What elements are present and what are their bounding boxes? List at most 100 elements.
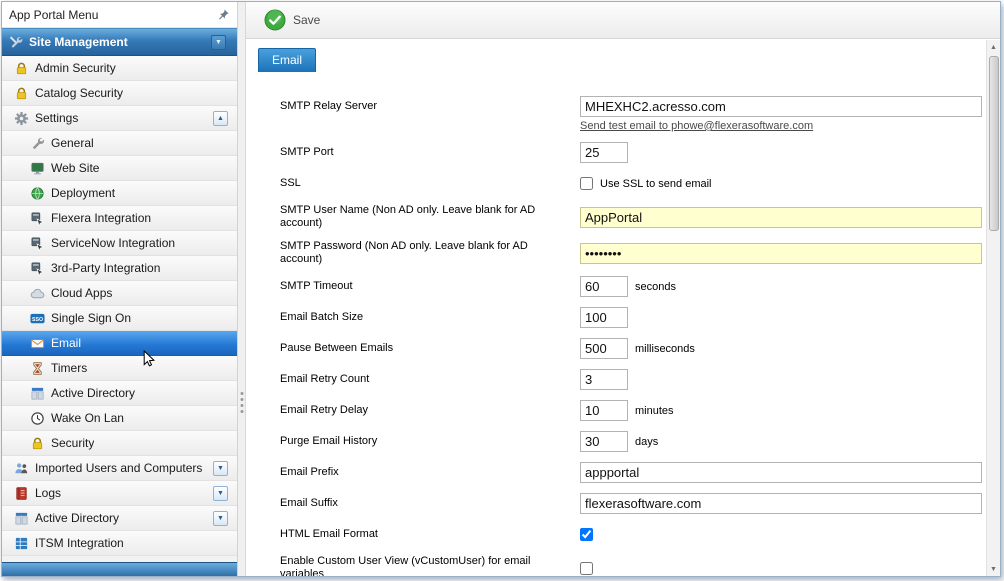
field-label: SMTP Timeout — [280, 280, 580, 293]
directory-icon — [14, 511, 29, 526]
users-icon — [14, 461, 29, 476]
field-label: Email Prefix — [280, 466, 580, 479]
lock-icon — [30, 436, 45, 451]
use-ssl-checkbox[interactable] — [580, 177, 593, 190]
form-row-email-prefix: Email Prefix — [280, 462, 974, 483]
chevron-down-icon[interactable]: ▼ — [213, 486, 228, 501]
field-label: SMTP Relay Server — [280, 96, 580, 113]
sidebar-item-label: ServiceNow Integration — [51, 236, 175, 250]
email-settings-form: SMTP Relay Server Send test email to pho… — [246, 72, 1000, 576]
form-row-smtp-timeout: SMTP Timeout seconds — [280, 276, 974, 297]
app-window: App Portal Menu Site Management ▼ Admin … — [1, 1, 1001, 577]
sidebar-item-label: General — [51, 136, 94, 150]
chevron-down-icon[interactable]: ▼ — [211, 35, 226, 50]
sidebar-item-email[interactable]: Email — [2, 331, 237, 356]
scroll-up-icon[interactable]: ▲ — [987, 40, 1001, 54]
sidebar: App Portal Menu Site Management ▼ Admin … — [2, 2, 238, 576]
scrollbar-thumb[interactable] — [989, 56, 999, 231]
form-row-purge-email-history: Purge Email History days — [280, 431, 974, 452]
sso-icon — [30, 311, 45, 326]
smtp-relay-server-input[interactable] — [580, 96, 982, 117]
sidebar-item-servicenow-integration[interactable]: ServiceNow Integration — [2, 231, 237, 256]
purge-email-history-input[interactable] — [580, 431, 628, 452]
sidebar-item-label: Deployment — [51, 186, 115, 200]
splitter-grip-dots — [240, 392, 243, 413]
vertical-scrollbar[interactable]: ▲ ▼ — [986, 40, 1000, 576]
sidebar-item-label: Imported Users and Computers — [35, 461, 202, 475]
sidebar-item-label: Security — [51, 436, 94, 450]
sidebar-item-label: Active Directory — [35, 511, 119, 525]
form-row-ssl: SSL Use SSL to send email — [280, 173, 974, 194]
sidebar-item-label: Cloud Apps — [51, 286, 112, 300]
smtp-password-input[interactable] — [580, 243, 982, 264]
sidebar-item-settings[interactable]: Settings ▲ — [2, 106, 237, 131]
sidebar-group-header-cutoff[interactable] — [2, 562, 237, 576]
pane-splitter[interactable] — [238, 2, 246, 576]
smtp-port-input[interactable] — [580, 142, 628, 163]
unit-label: seconds — [635, 281, 676, 293]
wrench-icon — [30, 136, 45, 151]
sidebar-item-active-directory[interactable]: Active Directory ▼ — [2, 506, 237, 531]
tab-email[interactable]: Email — [258, 48, 316, 72]
smtp-timeout-input[interactable] — [580, 276, 628, 297]
chevron-down-icon[interactable]: ▼ — [213, 511, 228, 526]
checkbox-label: Use SSL to send email — [600, 178, 711, 190]
lock-icon — [14, 61, 29, 76]
field-label: Email Suffix — [280, 497, 580, 510]
sidebar-item-catalog-security[interactable]: Catalog Security — [2, 81, 237, 106]
sidebar-item-flexera-integration[interactable]: Flexera Integration — [2, 206, 237, 231]
field-label: Purge Email History — [280, 435, 580, 448]
form-row-smtp-password: SMTP Password (Non AD only. Leave blank … — [280, 240, 974, 266]
email-suffix-input[interactable] — [580, 493, 982, 514]
form-row-smtp-user-name: SMTP User Name (Non AD only. Leave blank… — [280, 204, 974, 230]
integration-icon — [30, 236, 45, 251]
sidebar-item-imported-users-and-computers[interactable]: Imported Users and Computers ▼ — [2, 456, 237, 481]
sidebar-item-label: Single Sign On — [51, 311, 131, 325]
sidebar-item-admin-security[interactable]: Admin Security — [2, 56, 237, 81]
email-batch-size-input[interactable] — [580, 307, 628, 328]
sidebar-item-security[interactable]: Security — [2, 431, 237, 456]
sidebar-group-site-management[interactable]: Site Management ▼ — [2, 28, 237, 56]
smtp-username-input[interactable] — [580, 207, 982, 228]
field-label: Email Retry Count — [280, 373, 580, 386]
email-retry-count-input[interactable] — [580, 369, 628, 390]
field-label: Enable Custom User View (vCustomUser) fo… — [280, 555, 580, 576]
sidebar-item-3rd-party-integration[interactable]: 3rd-Party Integration — [2, 256, 237, 281]
chevron-down-icon[interactable]: ▼ — [213, 461, 228, 476]
sidebar-item-single-sign-on[interactable]: Single Sign On — [2, 306, 237, 331]
sidebar-item-label: Settings — [35, 111, 78, 125]
form-row-smtp-port: SMTP Port — [280, 142, 974, 163]
collapse-icon[interactable]: ▲ — [213, 111, 228, 126]
unit-label: days — [635, 436, 658, 448]
sidebar-item-label: Wake On Lan — [51, 411, 124, 425]
sidebar-item-label: 3rd-Party Integration — [51, 261, 160, 275]
sidebar-item-general[interactable]: General — [2, 131, 237, 156]
email-prefix-input[interactable] — [580, 462, 982, 483]
send-test-email-link[interactable]: Send test email to phowe@flexerasoftware… — [580, 120, 982, 132]
sidebar-item-active-directory-settings[interactable]: Active Directory — [2, 381, 237, 406]
sidebar-item-timers[interactable]: Timers — [2, 356, 237, 381]
sidebar-item-wake-on-lan[interactable]: Wake On Lan — [2, 406, 237, 431]
save-button[interactable]: Save — [258, 7, 326, 33]
html-email-format-checkbox[interactable] — [580, 528, 593, 541]
tools-icon — [8, 35, 23, 50]
integration-icon — [30, 211, 45, 226]
field-label: SSL — [280, 177, 580, 190]
sidebar-item-label: Email — [51, 336, 81, 350]
sidebar-item-logs[interactable]: Logs ▼ — [2, 481, 237, 506]
integration-icon — [30, 261, 45, 276]
sidebar-item-itsm-integration[interactable]: ITSM Integration — [2, 531, 237, 556]
pause-between-emails-input[interactable] — [580, 338, 628, 359]
scroll-down-icon[interactable]: ▼ — [987, 562, 1001, 576]
sidebar-item-deployment[interactable]: Deployment — [2, 181, 237, 206]
tab-strip: Email — [246, 39, 1000, 72]
sidebar-item-web-site[interactable]: Web Site — [2, 156, 237, 181]
pin-icon[interactable] — [217, 8, 230, 21]
email-retry-delay-input[interactable] — [580, 400, 628, 421]
email-icon — [30, 336, 45, 351]
monitor-icon — [30, 161, 45, 176]
enable-custom-user-view-checkbox[interactable] — [580, 562, 593, 575]
globe-icon — [30, 186, 45, 201]
sidebar-item-cloud-apps[interactable]: Cloud Apps — [2, 281, 237, 306]
toolbar: Save — [246, 2, 1000, 39]
